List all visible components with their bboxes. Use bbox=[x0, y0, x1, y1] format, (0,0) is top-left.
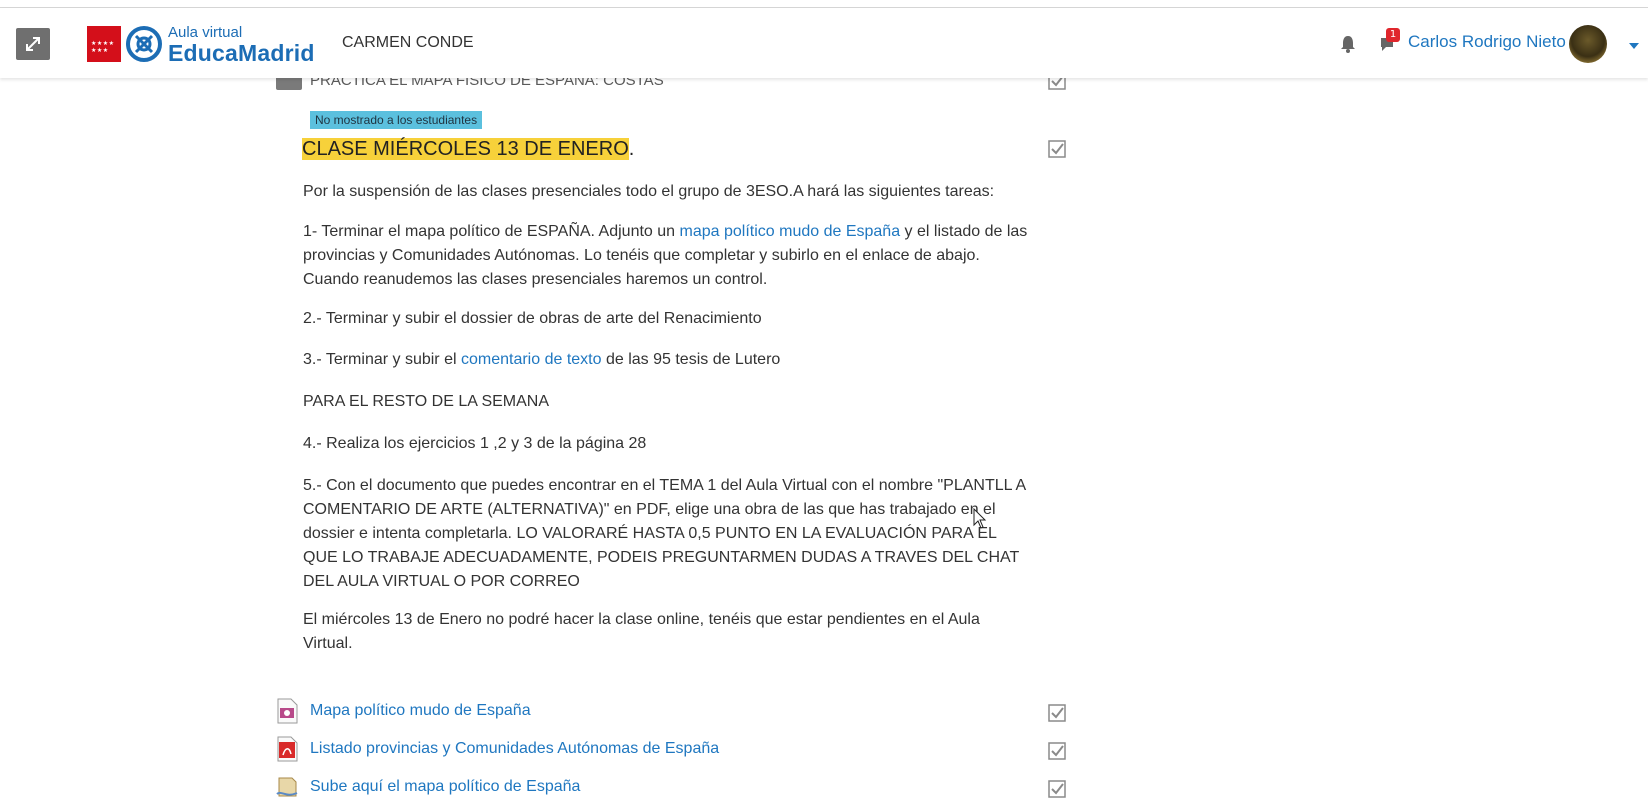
task-5-paragraph: 5.- Con el documento que puedes encontra… bbox=[303, 477, 1026, 590]
intro-paragraph: Por la suspensión de las clases presenci… bbox=[303, 183, 995, 200]
completion-checkbox-icon[interactable] bbox=[1048, 780, 1066, 798]
mouse-cursor-icon bbox=[973, 508, 987, 529]
bell-icon[interactable] bbox=[1339, 34, 1357, 54]
task-1-text-start: 1- Terminar el mapa político de ESPAÑA. … bbox=[303, 223, 680, 240]
hidden-from-students-badge: No mostrado a los estudiantes bbox=[310, 111, 483, 129]
section-title-suffix: . bbox=[628, 138, 635, 160]
activity-link[interactable]: Sube aquí el mapa político de España bbox=[310, 778, 580, 796]
course-content: PRÁCTICA EL MAPA FÍSICO DE ESPAÑA: COSTA… bbox=[0, 0, 1648, 804]
task-3-text-start: 3.- Terminar y subir el bbox=[303, 351, 461, 368]
section-title: CLASE MIÉRCOLES 13 DE ENERO. bbox=[302, 138, 634, 161]
task-1-paragraph: 1- Terminar el mapa político de ESPAÑA. … bbox=[303, 220, 1033, 292]
activity-row[interactable]: Sube aquí el mapa político de España bbox=[276, 774, 1076, 804]
closing-paragraph: El miércoles 13 de Enero no podré hacer … bbox=[303, 611, 980, 652]
fullscreen-toggle-button[interactable] bbox=[16, 28, 50, 60]
top-navbar: ★★★★ ★★★ Aula virtual EducaMadrid CARMEN … bbox=[0, 8, 1648, 78]
activity-link[interactable]: Listado provincias y Comunidades Autónom… bbox=[310, 740, 719, 758]
comunidad-madrid-flag-logo[interactable]: ★★★★ ★★★ bbox=[87, 26, 121, 62]
logo-subtitle: Aula virtual bbox=[168, 24, 243, 41]
completion-checkbox-icon[interactable] bbox=[1048, 742, 1066, 760]
completion-checkbox-icon[interactable] bbox=[1048, 140, 1066, 158]
activity-link[interactable]: Mapa político mudo de España bbox=[310, 702, 531, 720]
task-2-paragraph: 2.- Terminar y subir el dossier de obras… bbox=[303, 310, 762, 327]
expand-arrows-icon bbox=[26, 37, 40, 51]
user-menu-name[interactable]: Carlos Rodrigo Nieto bbox=[1408, 32, 1566, 52]
message-count-badge: 1 bbox=[1386, 28, 1400, 42]
task-4-paragraph: 4.- Realiza los ejercicios 1 ,2 y 3 de l… bbox=[303, 435, 647, 452]
activity-row[interactable]: Mapa político mudo de España bbox=[276, 698, 1076, 728]
task-3-paragraph: 3.- Terminar y subir el comentario de te… bbox=[303, 348, 1033, 372]
pdf-file-icon bbox=[277, 736, 298, 762]
image-file-icon bbox=[277, 698, 298, 724]
task-3-text-end: de las 95 tesis de Lutero bbox=[601, 351, 781, 368]
assignment-icon bbox=[276, 777, 298, 797]
logo-title[interactable]: EducaMadrid bbox=[168, 40, 315, 67]
educamadrid-emblem-icon[interactable] bbox=[126, 26, 162, 62]
text-commentary-link[interactable]: comentario de texto bbox=[461, 351, 602, 368]
avatar[interactable] bbox=[1569, 25, 1607, 63]
section-title-highlight: CLASE MIÉRCOLES 13 DE ENERO bbox=[302, 138, 629, 160]
site-name[interactable]: CARMEN CONDE bbox=[342, 34, 474, 52]
user-menu-chevron-down-icon[interactable] bbox=[1629, 43, 1639, 49]
completion-checkbox-icon[interactable] bbox=[1048, 704, 1066, 722]
map-link[interactable]: mapa político mudo de España bbox=[680, 223, 901, 240]
flag-stars: ★★★★ ★★★ bbox=[91, 40, 115, 54]
activity-row[interactable]: Listado provincias y Comunidades Autónom… bbox=[276, 736, 1076, 766]
rest-of-week-heading: PARA EL RESTO DE LA SEMANA bbox=[303, 393, 550, 410]
